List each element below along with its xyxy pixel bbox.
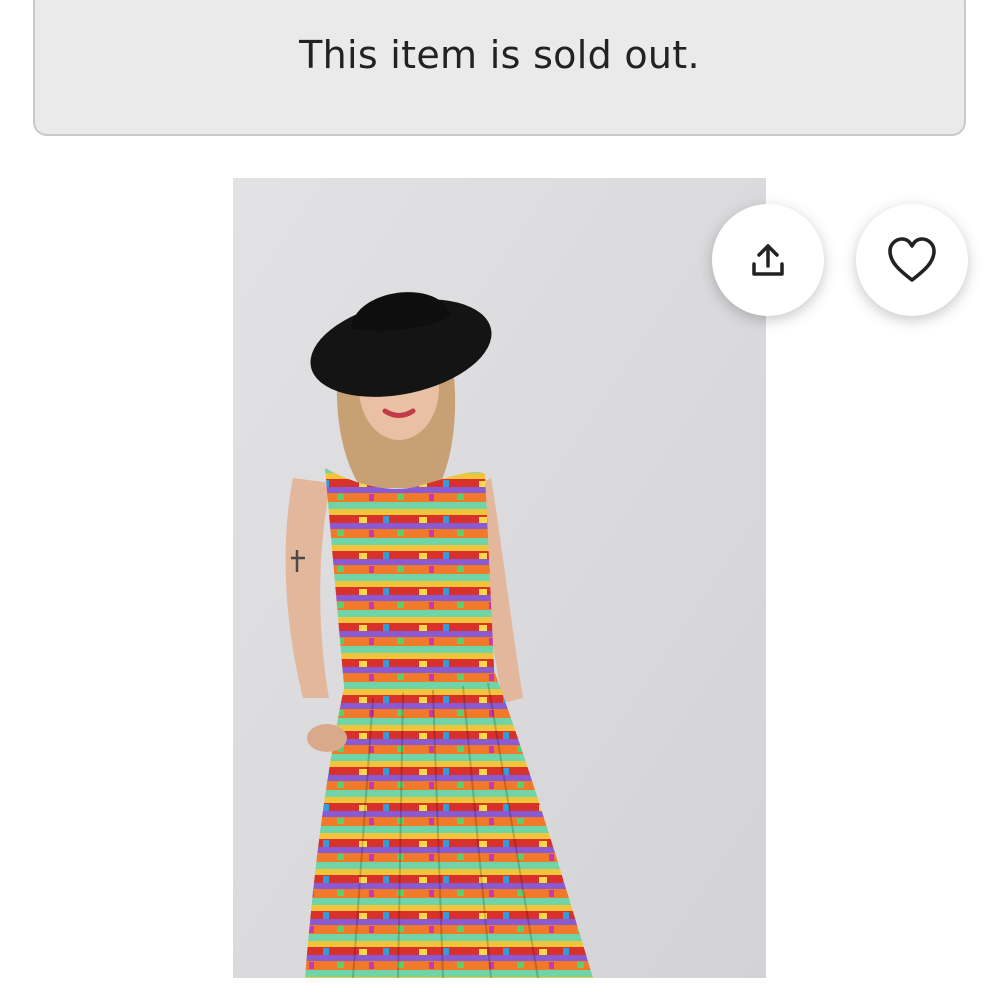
share-button[interactable]	[712, 204, 824, 316]
listing-photo-illustration	[233, 178, 766, 978]
listing-photo[interactable]	[233, 178, 766, 978]
sold-out-banner: This item is sold out.	[33, 0, 966, 136]
sold-out-message: This item is sold out.	[299, 33, 700, 77]
heart-outline-icon	[888, 237, 936, 282]
favorite-button[interactable]	[856, 204, 968, 316]
share-upload-icon	[752, 244, 784, 276]
listing-page: This item is sold out.	[0, 0, 1000, 1000]
